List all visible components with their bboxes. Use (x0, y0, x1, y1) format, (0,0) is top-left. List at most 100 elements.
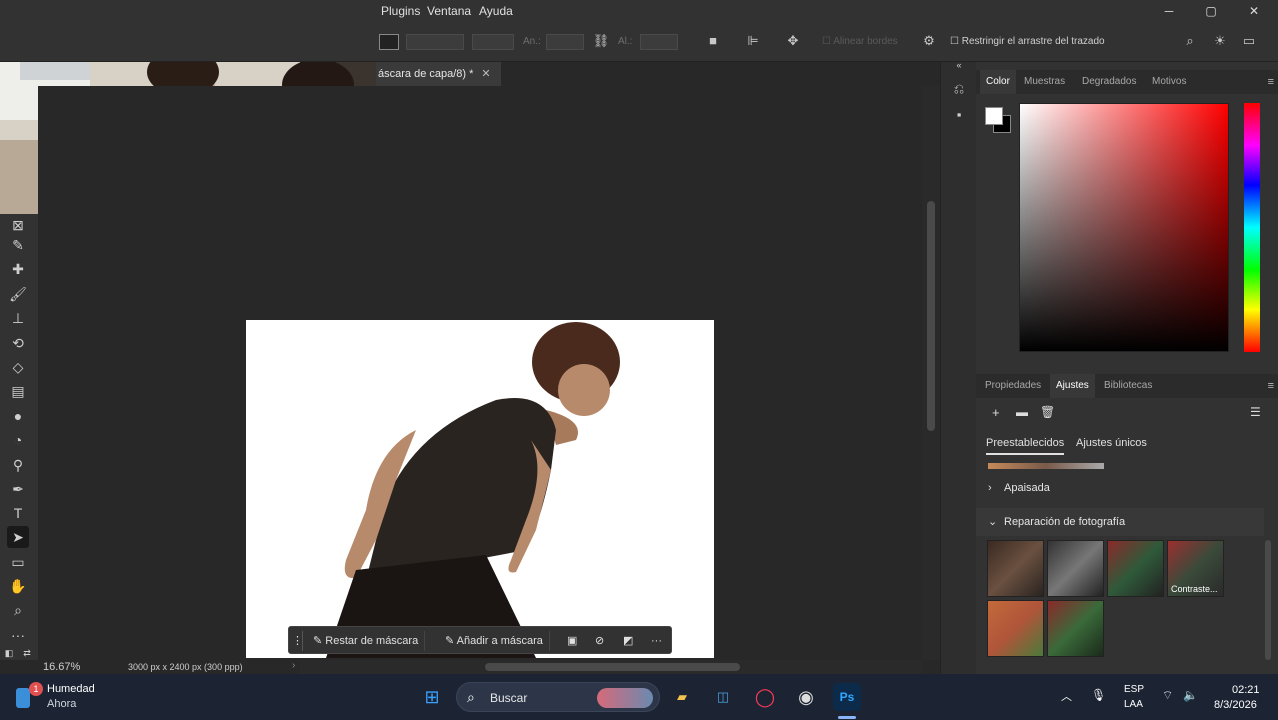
stroke-type-dropdown[interactable] (472, 34, 514, 50)
microphone-icon[interactable]: 🎙 (1091, 688, 1106, 702)
comments-panel-icon[interactable]: ▪ (950, 106, 968, 124)
section-reparacion[interactable]: ⌄ Reparación de fotografía (976, 508, 1264, 536)
tab-preestablecidos[interactable]: Preestablecidos (986, 437, 1065, 455)
tab-motivos[interactable]: Motivos (1152, 70, 1186, 94)
search-icon[interactable]: ⌕ (1181, 32, 1199, 50)
volume-icon[interactable]: 🔈 (1183, 688, 1198, 702)
list-view-icon[interactable]: ☰ (1250, 405, 1261, 419)
preset-thumbnail[interactable] (1047, 540, 1104, 597)
tab-ajustes[interactable]: Ajustes (1050, 374, 1095, 398)
sponge-tool-icon[interactable]: ⚲ (7, 454, 29, 476)
menu-ventana[interactable]: Ventana (427, 4, 471, 18)
search-box[interactable]: ⌕ Buscar (456, 682, 660, 712)
add-mask-button[interactable]: ✎ Añadir a máscara (439, 631, 550, 651)
language-code[interactable]: ESP (1124, 684, 1144, 695)
wifi-icon[interactable]: ⌔ (1162, 688, 1173, 703)
eraser-tool-icon[interactable]: ◇ (7, 356, 29, 378)
brush-tool-icon[interactable]: 🖌 (7, 283, 29, 305)
tray-chevron-icon[interactable]: ︿ (1061, 688, 1072, 704)
tab-degradados[interactable]: Degradados (1082, 70, 1136, 94)
foreground-color-swatch[interactable] (985, 107, 1003, 125)
rectangle-tool-icon[interactable]: ▭ (7, 551, 29, 573)
trash-icon[interactable]: 🗑 (1040, 405, 1055, 419)
stroke-width-field[interactable] (406, 34, 464, 50)
tab-bibliotecas[interactable]: Bibliotecas (1104, 374, 1152, 398)
color-panel-menu-icon[interactable]: ≡ (1268, 76, 1274, 88)
swap-colors-icon[interactable]: ⇄ (20, 646, 34, 660)
mask-disable-icon[interactable]: ⊘ (589, 631, 610, 651)
photoshop-icon[interactable]: Ps (833, 683, 861, 711)
path-arrange-icon[interactable]: ✥ (784, 32, 802, 50)
gear-icon[interactable]: ⚙ (920, 32, 938, 50)
minimize-button[interactable]: ─ (1154, 2, 1184, 20)
status-arrow-icon[interactable]: › (292, 660, 295, 671)
link-icon[interactable]: ⛓ (592, 32, 610, 50)
tab-muestras[interactable]: Muestras (1024, 70, 1065, 94)
close-window-button[interactable]: ✕ (1239, 2, 1269, 20)
preset-thumbnail[interactable] (987, 600, 1044, 657)
microsoft-store-icon[interactable]: ◫ (709, 683, 737, 711)
mask-invert-icon[interactable]: ▣ (561, 631, 583, 651)
mask-settings-icon[interactable]: ◩ (617, 631, 639, 651)
obs-icon[interactable]: ◉ (792, 683, 820, 711)
drag-handle-icon[interactable]: ⋮ (289, 631, 303, 651)
tab-color[interactable]: Color (980, 70, 1016, 94)
windows-start-icon[interactable]: ⊞ (418, 683, 446, 711)
hand-tool-icon[interactable]: ✋ (7, 575, 29, 597)
weather-icon[interactable] (16, 688, 30, 708)
dodge-tool-icon[interactable]: ◔ (7, 429, 29, 451)
collapse-panels-icon[interactable]: « (950, 56, 968, 74)
preset-thumbnail[interactable] (987, 540, 1044, 597)
vertical-scrollbar[interactable] (922, 86, 940, 660)
add-preset-icon[interactable]: + (992, 405, 1000, 420)
maximize-button[interactable]: ▢ (1196, 2, 1226, 20)
path-selection-tool-icon[interactable]: ➤ (7, 526, 29, 548)
menu-plugins[interactable]: Plugins (381, 4, 420, 18)
weather-title[interactable]: Humedad (47, 683, 95, 695)
presets-scroll-thumb[interactable] (1265, 540, 1271, 660)
stroke-swatch[interactable] (379, 34, 399, 50)
more-tools-icon[interactable]: ··· (7, 624, 29, 646)
blur-tool-icon[interactable]: ● (7, 405, 29, 427)
stamp-tool-icon[interactable]: ⊥ (7, 307, 29, 329)
preset-thumbnail[interactable] (1107, 540, 1164, 597)
color-picker-field[interactable] (1019, 103, 1229, 352)
height-input[interactable] (640, 34, 678, 50)
pen-tool-icon[interactable]: ✒ (7, 478, 29, 500)
eyedropper-tool-icon[interactable]: ✎ (7, 234, 29, 256)
tab-propiedades[interactable]: Propiedades (985, 374, 1041, 398)
zoom-level[interactable]: 16.67% (43, 661, 80, 673)
file-explorer-icon[interactable]: ▰ (668, 683, 696, 711)
default-colors-icon[interactable]: ◧ (2, 646, 16, 660)
width-input[interactable] (546, 34, 584, 50)
hue-slider[interactable] (1244, 103, 1260, 352)
folder-icon[interactable]: ▬ (1016, 405, 1028, 419)
tab-ajustes-unicos[interactable]: Ajustes únicos (1076, 437, 1147, 449)
subtract-mask-button[interactable]: ✎ Restar de máscara (307, 631, 426, 651)
path-align-icon[interactable]: ⊫ (744, 32, 762, 50)
clock-time[interactable]: 02:21 (1232, 684, 1260, 696)
horizontal-scroll-thumb[interactable] (485, 663, 740, 671)
more-options-button[interactable]: ··· (645, 631, 668, 651)
section-apaisada[interactable]: › Apaisada (976, 474, 1264, 502)
opera-icon[interactable]: ◯ (751, 683, 779, 711)
zoom-tool-icon[interactable]: ⌕ (7, 599, 29, 621)
document-canvas[interactable] (246, 320, 714, 658)
type-tool-icon[interactable]: T (7, 502, 29, 524)
history-brush-icon[interactable]: ⟲ (7, 332, 29, 354)
history-panel-icon[interactable]: ⎌ (950, 80, 968, 98)
workspace-icon[interactable]: ▭ (1240, 32, 1258, 50)
document-tab[interactable]: áscara de capa/8) * ✕ (376, 62, 501, 86)
path-ops-icon[interactable]: ■ (704, 32, 722, 50)
frame-tool-icon[interactable]: ⊠ (7, 214, 29, 236)
close-tab-icon[interactable]: ✕ (481, 68, 490, 80)
horizontal-scrollbar[interactable] (300, 660, 922, 674)
gradient-tool-icon[interactable]: ▤ (7, 380, 29, 402)
healing-brush-icon[interactable]: ✚ (7, 258, 29, 280)
adjust-panel-menu-icon[interactable]: ≡ (1268, 380, 1274, 392)
preset-thumbnail[interactable] (1047, 600, 1104, 657)
menu-ayuda[interactable]: Ayuda (479, 4, 513, 18)
document-info[interactable]: 3000 px x 2400 px (300 ppp) (128, 662, 243, 672)
vertical-scroll-thumb[interactable] (927, 201, 935, 431)
lightbulb-icon[interactable]: ☀ (1211, 32, 1229, 50)
